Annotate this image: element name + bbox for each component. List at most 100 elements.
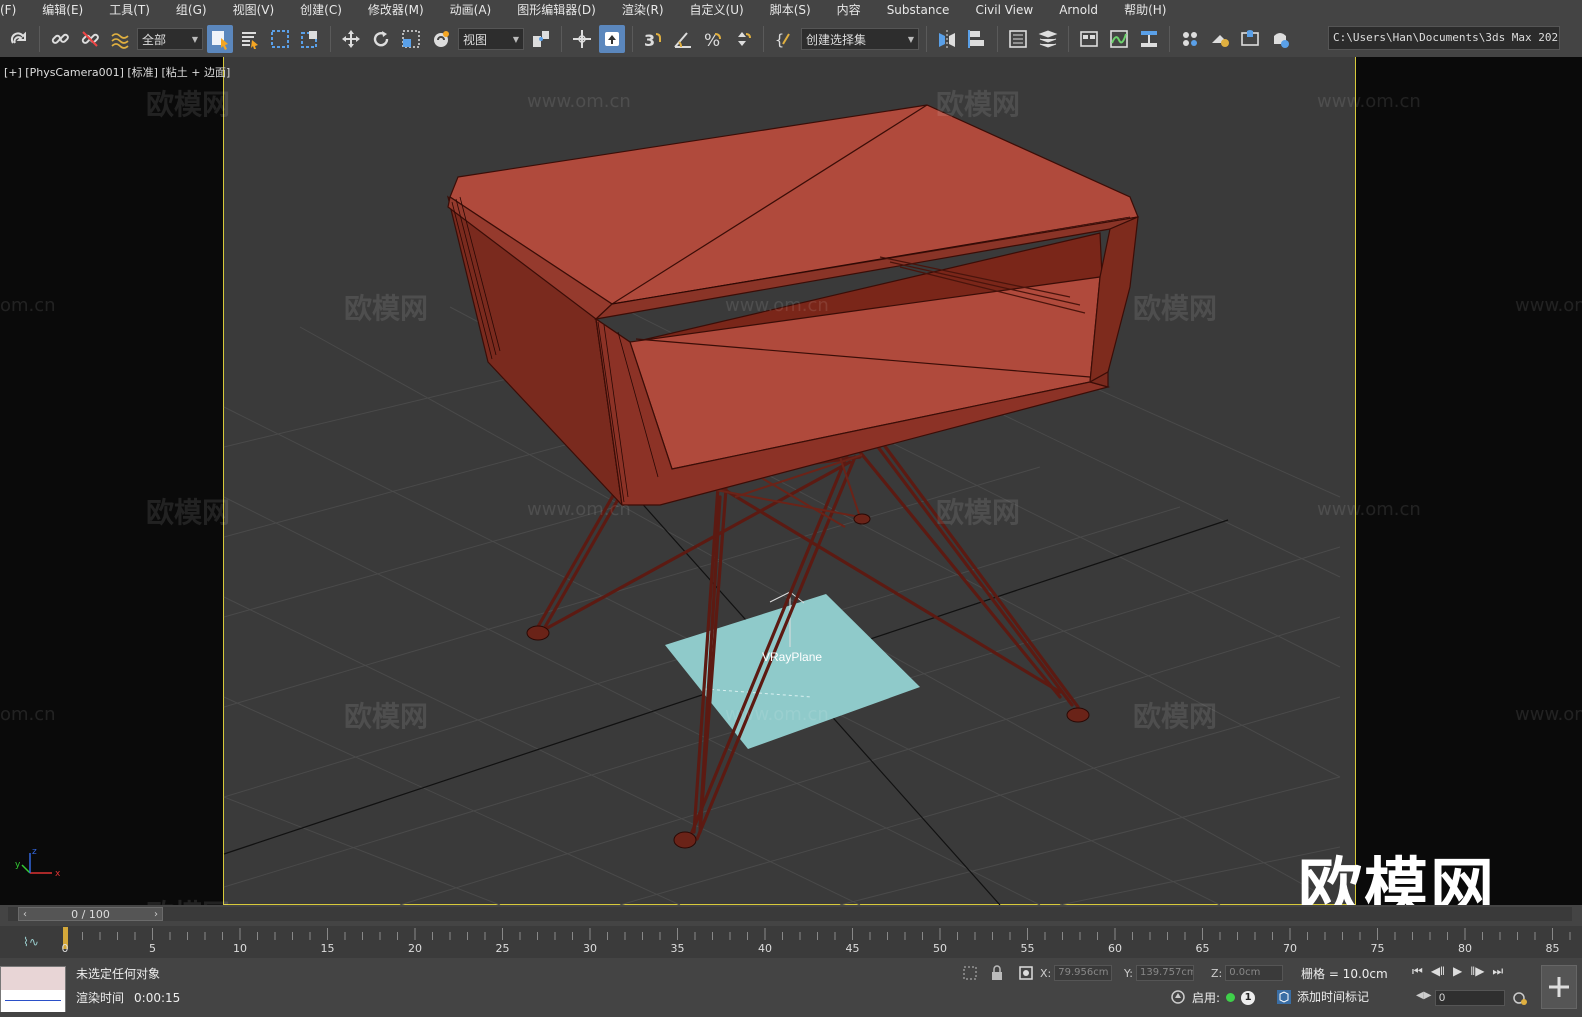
svg-text:y: y <box>15 860 21 870</box>
layer-explorer-icon[interactable] <box>1035 25 1061 53</box>
play-icon[interactable]: ▶ <box>1453 964 1462 979</box>
menu-item[interactable]: 帮助(H) <box>1111 0 1179 20</box>
project-path-field[interactable]: C:\Users\Han\Documents\3ds Max 2022 <box>1328 26 1560 50</box>
menu-item[interactable]: 修改器(M) <box>355 0 437 20</box>
render-setup-icon[interactable] <box>1207 25 1233 53</box>
enable-toggle[interactable]: 启用: 1 <box>1192 989 1256 1006</box>
mini-curve-editor-icon[interactable]: ⌇∿ <box>8 932 54 952</box>
chevron-right-icon[interactable]: › <box>150 909 162 920</box>
mirror-icon[interactable] <box>934 25 960 53</box>
time-slider-thumb[interactable]: ‹ 0 / 100 › <box>18 907 163 921</box>
menu-item[interactable]: 编辑(E) <box>29 0 96 20</box>
menu-item[interactable]: 自定义(U) <box>677 0 757 20</box>
previous-frame-icon[interactable]: ◀‖ <box>1431 964 1445 979</box>
menu-item[interactable]: 视图(V) <box>220 0 288 20</box>
menu-item[interactable]: Arnold <box>1046 0 1111 20</box>
info-icon[interactable]: 1 <box>1241 990 1256 1005</box>
window-crossing-icon[interactable] <box>297 25 323 53</box>
unlink-icon[interactable] <box>77 25 103 53</box>
angle-snap-icon[interactable] <box>670 25 696 53</box>
status-bar: 未选定任何对象 渲染时间 0:00:15 X: 79.956cm Y: 139.757… <box>0 962 1582 1017</box>
time-tag-icon <box>1277 989 1291 1004</box>
select-manipulate-icon[interactable] <box>569 25 595 53</box>
next-frame-icon[interactable]: ‖▶ <box>1470 964 1484 979</box>
pivot-center-icon[interactable] <box>528 25 554 53</box>
curve-editor-icon[interactable] <box>1106 25 1132 53</box>
z-value[interactable]: 0.0cm <box>1225 965 1284 981</box>
rotate-icon[interactable] <box>368 25 394 53</box>
menu-item[interactable]: 组(G) <box>163 0 220 20</box>
placement-icon[interactable] <box>428 25 454 53</box>
plus-key-icon <box>1549 977 1569 997</box>
spinner-snap-icon[interactable] <box>730 25 756 53</box>
bind-space-warp-icon[interactable] <box>107 25 133 53</box>
frame-tick-label: 65 <box>1195 942 1210 955</box>
add-time-tag[interactable]: 添加时间标记 <box>1276 988 1369 1005</box>
frame-tick-label: 15 <box>320 942 335 955</box>
listener-output[interactable] <box>1 990 65 1012</box>
scale-icon[interactable] <box>398 25 424 53</box>
frame-ruler[interactable] <box>63 926 1573 958</box>
frame-step-icon[interactable]: ◀▶ <box>1416 990 1431 1001</box>
x-coordinate: X: 79.956cm <box>1040 965 1113 981</box>
menu-item[interactable]: Substance <box>874 0 963 20</box>
z-coordinate: Z: 0.0cm <box>1211 965 1284 981</box>
grid-size: 栅格 = 10.0cm <box>1301 967 1388 981</box>
link-icon[interactable] <box>47 25 73 53</box>
reference-coord-dropdown[interactable]: 视图 ▼ <box>458 28 524 50</box>
maxscript-mini-listener[interactable] <box>0 966 66 1012</box>
select-object-icon[interactable] <box>207 25 233 53</box>
time-slider-track[interactable] <box>8 907 1572 921</box>
snaps-toggle-icon[interactable]: 3 <box>640 25 666 53</box>
vray-plane <box>665 591 920 749</box>
edit-named-selection-icon[interactable]: { <box>771 25 797 53</box>
x-value[interactable]: 79.956cm <box>1054 965 1113 981</box>
menu-item[interactable]: (F) <box>0 0 29 20</box>
frame-tick-label: 10 <box>233 942 247 955</box>
object-label: VRayPlane <box>762 650 823 664</box>
camera-viewport[interactable]: 欧模网 www.om.cn 欧模网 www.om.cn om.cn 欧模网 ww… <box>0 57 1582 905</box>
toggle-ribbon-icon[interactable] <box>1076 25 1102 53</box>
viewport-label[interactable]: [+] [PhysCamera001] [标准] [粘土 + 边面] <box>4 64 230 80</box>
frame-tick-label: 45 <box>845 942 860 955</box>
move-icon[interactable] <box>338 25 364 53</box>
menu-item[interactable]: 图形编辑器(D) <box>504 0 609 20</box>
schematic-view-icon[interactable] <box>1136 25 1162 53</box>
time-config-icon[interactable] <box>1512 990 1528 1006</box>
set-key-button[interactable] <box>1541 965 1577 1009</box>
go-to-start-icon[interactable]: ⏮ <box>1412 964 1423 979</box>
isolate-selection-icon[interactable] <box>962 965 978 981</box>
menu-item[interactable]: Civil View <box>962 0 1046 20</box>
menu-item[interactable]: 动画(A) <box>437 0 505 20</box>
go-to-end-icon[interactable]: ⏭ <box>1492 964 1503 979</box>
menu-item[interactable]: 工具(T) <box>96 0 163 20</box>
toolbar-separator <box>632 26 633 52</box>
current-frame-field[interactable]: 0 <box>1435 990 1505 1006</box>
menu-bar: (F) 编辑(E) 工具(T) 组(G) 视图(V) 创建(C) 修改器(M) 动画(A) 图形… <box>0 0 1582 20</box>
redo-icon[interactable] <box>6 25 32 53</box>
named-selection-dropdown[interactable]: 创建选择集 ▼ <box>801 28 919 50</box>
percent-snap-icon[interactable]: % <box>700 25 726 53</box>
menu-item[interactable]: 渲染(R) <box>609 0 677 20</box>
menu-item[interactable]: 脚本(S) <box>757 0 824 20</box>
selection-filter-dropdown[interactable]: 全部 ▼ <box>137 28 203 50</box>
scene-explorer-icon[interactable] <box>1005 25 1031 53</box>
scene-canvas[interactable] <box>0 57 1582 905</box>
menu-item[interactable]: 内容 <box>824 0 874 20</box>
select-by-name-icon[interactable] <box>237 25 263 53</box>
chevron-left-icon[interactable]: ‹ <box>19 909 31 920</box>
rendered-frame-window-icon[interactable] <box>1237 25 1263 53</box>
listener-input[interactable] <box>1 967 65 990</box>
menu-item[interactable]: 创建(C) <box>287 0 355 20</box>
rectangular-selection-icon[interactable] <box>267 25 293 53</box>
frame-tick-label: 75 <box>1370 942 1385 955</box>
keyboard-shortcut-override-icon[interactable] <box>599 25 625 53</box>
y-value[interactable]: 139.757cm <box>1135 965 1194 981</box>
align-icon[interactable] <box>964 25 990 53</box>
absolute-mode-icon[interactable] <box>1018 965 1034 981</box>
material-editor-icon[interactable] <box>1177 25 1203 53</box>
adaptive-degradation-icon[interactable] <box>1170 989 1186 1005</box>
toolbar-separator <box>39 26 40 52</box>
lock-selection-icon[interactable] <box>990 965 1004 981</box>
render-production-icon[interactable] <box>1267 25 1293 53</box>
